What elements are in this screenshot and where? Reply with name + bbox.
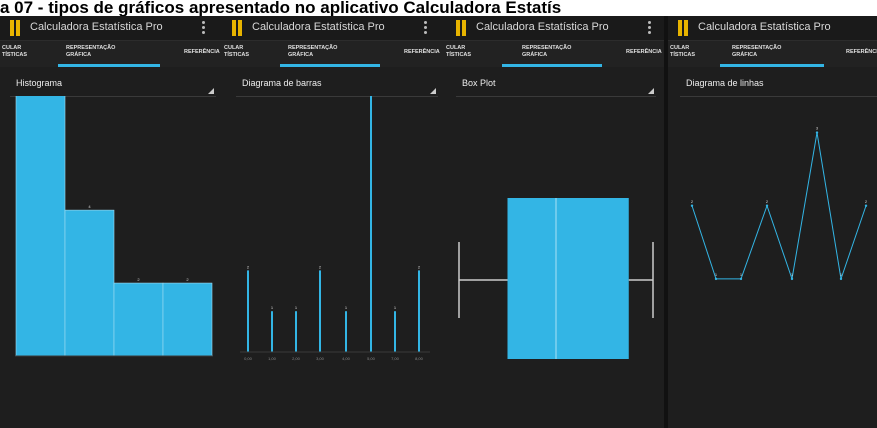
bar-tick-label: 3,00 [316,356,325,361]
tab-calcular[interactable]: CULAR TÍSTICAS [2,45,27,58]
line-point [690,204,694,207]
selector-label: Diagrama de barras [242,78,322,88]
screenshot-strip: Calculadora Estatística Pro Calculadora … [0,16,877,428]
bar-tick-label: 4,00 [342,356,351,361]
bar-mark [271,311,273,352]
app-icon [678,20,692,36]
line-value-label: 2 [766,199,769,204]
bar-mark [295,311,297,352]
bar-mark [418,270,420,352]
bar-tick-label: 0,00 [244,356,253,361]
tab-indicator [720,64,824,67]
bar-value-label: 1 [271,305,274,310]
chart-area: 20,0011,0012,0023,0014,0035,0017,0028,00 [690,126,868,281]
histogram-bar-label: 2 [186,277,189,282]
histogram-bar [113,282,164,357]
line-point [714,277,718,281]
histogram-bar [64,209,115,357]
bar-tick-label: 1,00 [268,356,277,361]
bar-mark [370,96,372,353]
screen-1: Calculadora Estatística Pro Calculadora … [0,16,664,428]
line-point [839,277,843,281]
tab-indicator [280,64,380,67]
bar-mark [345,311,347,352]
histogram-bar-label: 4 [88,204,91,209]
line-point [765,204,769,207]
bar-tick-label: 2,00 [292,356,301,361]
tab-calcular[interactable]: CULAR TÍSTICAS [224,45,249,58]
app-title: Calculadora Estatística Pro [252,21,385,33]
chart-type-selector[interactable]: Diagrama de linhas [680,74,877,97]
bar-mark [394,311,396,352]
histogram-bar [162,282,213,357]
line-value-label: 2 [865,199,868,204]
tab-bar: CULAR TÍSTICAS REPRESENTAÇÃO GRÁFICA REF… [668,41,877,67]
bar-mark [247,270,249,352]
tab-referencia[interactable]: REFERÊNCIA [404,49,440,56]
line-series [691,132,867,280]
chart-area: 842220,0011,0012,0023,0014,0075,0017,002… [15,96,654,361]
tab-indicator [58,64,160,67]
figure-caption: a 07 - tipos de gráficos apresentado no … [0,0,562,16]
bar-value-label: 2 [247,264,250,269]
line-point [739,277,743,281]
dropdown-arrow-icon [208,88,214,94]
tab-representacao[interactable]: REPRESENTAÇÃO GRÁFICA [66,45,115,58]
overflow-menu-icon[interactable] [648,21,652,35]
action-bar: Calculadora Estatística Pro [668,16,877,41]
tab-representacao[interactable]: REPRESENTAÇÃO GRÁFICA [288,45,337,58]
app-icon [456,20,470,36]
line-value-label: 2 [691,199,694,204]
app-title: Calculadora Estatística Pro [30,21,163,33]
action-bar: Calculadora Estatística Pro Calculadora … [0,16,664,41]
chart-type-selector[interactable]: Histograma [10,74,216,97]
tab-referencia[interactable]: REFERÊNCIA [846,49,877,56]
tab-referencia[interactable]: REFERÊNCIA [184,49,220,56]
app-title: Calculadora Estatística Pro [476,21,609,33]
bar-value-label: 2 [418,264,421,269]
overflow-menu-icon[interactable] [202,21,206,35]
screen-2: Calculadora Estatística Pro CULAR TÍSTIC… [668,16,877,428]
bar-tick-label: 5,00 [367,356,376,361]
line-point [790,277,794,281]
tab-bar: CULAR TÍSTICAS REPRESENTAÇÃO GRÁFICA REF… [0,41,664,67]
histogram-bar [15,96,66,357]
dropdown-arrow-icon [648,88,654,94]
line-value-label: 3 [816,126,819,131]
bar-value-label: 1 [345,305,348,310]
tab-representacao[interactable]: REPRESENTAÇÃO GRÁFICA [522,45,571,58]
bar-mark [319,270,321,352]
box-iqr [507,198,629,359]
app-icon [232,20,246,36]
tab-representacao[interactable]: REPRESENTAÇÃO GRÁFICA [732,45,781,58]
app-title: Calculadora Estatística Pro [698,21,831,33]
bar-value-label: 1 [295,305,298,310]
bar-value-label: 2 [319,264,322,269]
line-point [864,204,868,207]
dropdown-arrow-icon [430,88,436,94]
tab-calcular[interactable]: CULAR TÍSTICAS [446,45,471,58]
selector-label: Histograma [16,78,63,88]
selector-label: Diagrama de linhas [686,78,764,88]
bar-tick-label: 8,00 [415,356,424,361]
app-icon [10,20,24,36]
tab-referencia[interactable]: REFERÊNCIA [626,49,662,56]
bar-tick-label: 7,00 [391,356,400,361]
chart-type-selector[interactable]: Diagrama de barras [236,74,438,97]
histogram-bar-label: 2 [137,277,140,282]
line-value-label: 1 [715,272,718,277]
tab-calcular[interactable]: CULAR TÍSTICAS [670,45,695,58]
overflow-menu-icon[interactable] [424,21,428,35]
tab-indicator [502,64,602,67]
line-point [815,131,819,134]
bar-value-label: 1 [394,305,397,310]
selector-label: Box Plot [462,78,496,88]
chart-type-selector[interactable]: Box Plot [456,74,656,97]
